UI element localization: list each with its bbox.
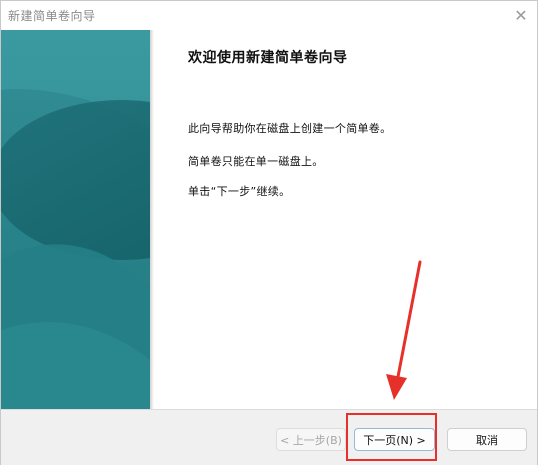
wizard-heading: 欢迎使用新建简单卷向导: [188, 50, 348, 66]
info-text: 简单卷只能在单一磁盘上。: [188, 155, 324, 168]
instruction-text: 单击“下一步”继续。: [188, 185, 291, 198]
wizard-side-graphic: [1, 30, 150, 409]
close-icon: ✕: [514, 6, 528, 25]
next-button[interactable]: 下一页(N) >: [354, 428, 435, 451]
wizard-content: 欢迎使用新建简单卷向导 此向导帮助你在磁盘上创建一个简单卷。 简单卷只能在单一磁…: [150, 30, 537, 409]
back-button[interactable]: < 上一步(B): [276, 428, 346, 451]
cancel-button[interactable]: 取消: [447, 428, 527, 451]
close-button[interactable]: ✕: [505, 1, 537, 30]
wizard-window: 新建简单卷向导 ✕ 欢迎使用新建简单卷向导 此向导帮助你在磁盘上创建一个简单卷。…: [0, 0, 538, 465]
window-title: 新建简单卷向导: [8, 9, 96, 23]
title-bar: 新建简单卷向导 ✕: [1, 1, 537, 30]
intro-text: 此向导帮助你在磁盘上创建一个简单卷。: [188, 122, 392, 135]
side-graphic-art: [1, 30, 150, 409]
button-bar: < 上一步(B) 下一页(N) > 取消: [1, 409, 537, 465]
